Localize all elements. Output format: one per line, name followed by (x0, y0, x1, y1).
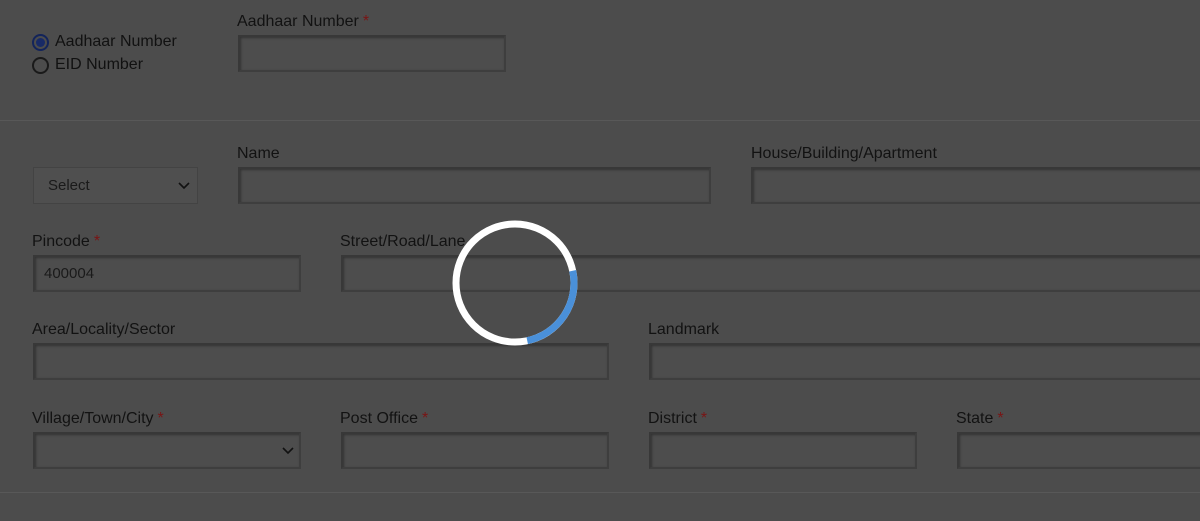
salutation-select[interactable]: Select (33, 167, 198, 204)
radio-eid-label: EID Number (55, 56, 144, 73)
state-label-text: State (956, 410, 994, 427)
district-label-text: District (648, 410, 697, 427)
required-mark: * (362, 13, 370, 30)
required-mark: * (700, 410, 708, 427)
chevron-down-icon (178, 182, 190, 190)
radio-eid-number[interactable]: EID Number (32, 56, 143, 74)
state-label: State * (956, 410, 1004, 428)
landmark-label: Landmark (648, 321, 720, 338)
house-label: House/Building/Apartment (751, 145, 937, 162)
required-mark: * (997, 410, 1004, 427)
state-input[interactable] (957, 432, 1200, 469)
aadhaar-number-input[interactable] (238, 35, 506, 72)
landmark-input[interactable] (649, 343, 1200, 380)
section-divider (0, 492, 1200, 493)
required-mark: * (93, 233, 101, 250)
district-input[interactable] (649, 432, 917, 469)
required-mark: * (421, 410, 429, 427)
post-office-input[interactable] (341, 432, 609, 469)
radio-aadhaar-indicator[interactable] (32, 33, 49, 51)
name-input[interactable] (238, 167, 711, 204)
area-input[interactable] (33, 343, 609, 380)
village-label-text: Village/Town/City (32, 410, 154, 427)
address-form: Aadhaar Number EID Number Aadhaar Number… (0, 0, 1200, 521)
radio-aadhaar-number[interactable]: Aadhaar Number (32, 33, 177, 51)
street-label: Street/Road/Lane (340, 233, 466, 250)
salutation-select-value: Select (48, 177, 90, 194)
aadhaar-number-label-text: Aadhaar Number (237, 13, 359, 30)
pincode-input[interactable]: 400004 (33, 255, 301, 292)
village-label: Village/Town/City * (32, 410, 164, 428)
radio-aadhaar-label: Aadhaar Number (55, 33, 177, 50)
district-label: District * (648, 410, 707, 428)
village-select[interactable] (33, 432, 301, 469)
post-office-label: Post Office * (340, 410, 428, 428)
house-input[interactable] (751, 167, 1200, 204)
pincode-label: Pincode * (32, 233, 100, 251)
name-label: Name (237, 145, 280, 162)
radio-eid-indicator[interactable] (32, 56, 49, 74)
section-divider (0, 120, 1200, 121)
chevron-down-icon (282, 447, 294, 455)
area-label: Area/Locality/Sector (32, 321, 176, 338)
aadhaar-number-label: Aadhaar Number * (237, 13, 369, 31)
pincode-label-text: Pincode (32, 233, 90, 250)
spinner-progress-arc (452, 220, 578, 346)
loading-spinner (452, 220, 578, 346)
required-mark: * (157, 410, 164, 427)
post-office-label-text: Post Office (340, 410, 418, 427)
